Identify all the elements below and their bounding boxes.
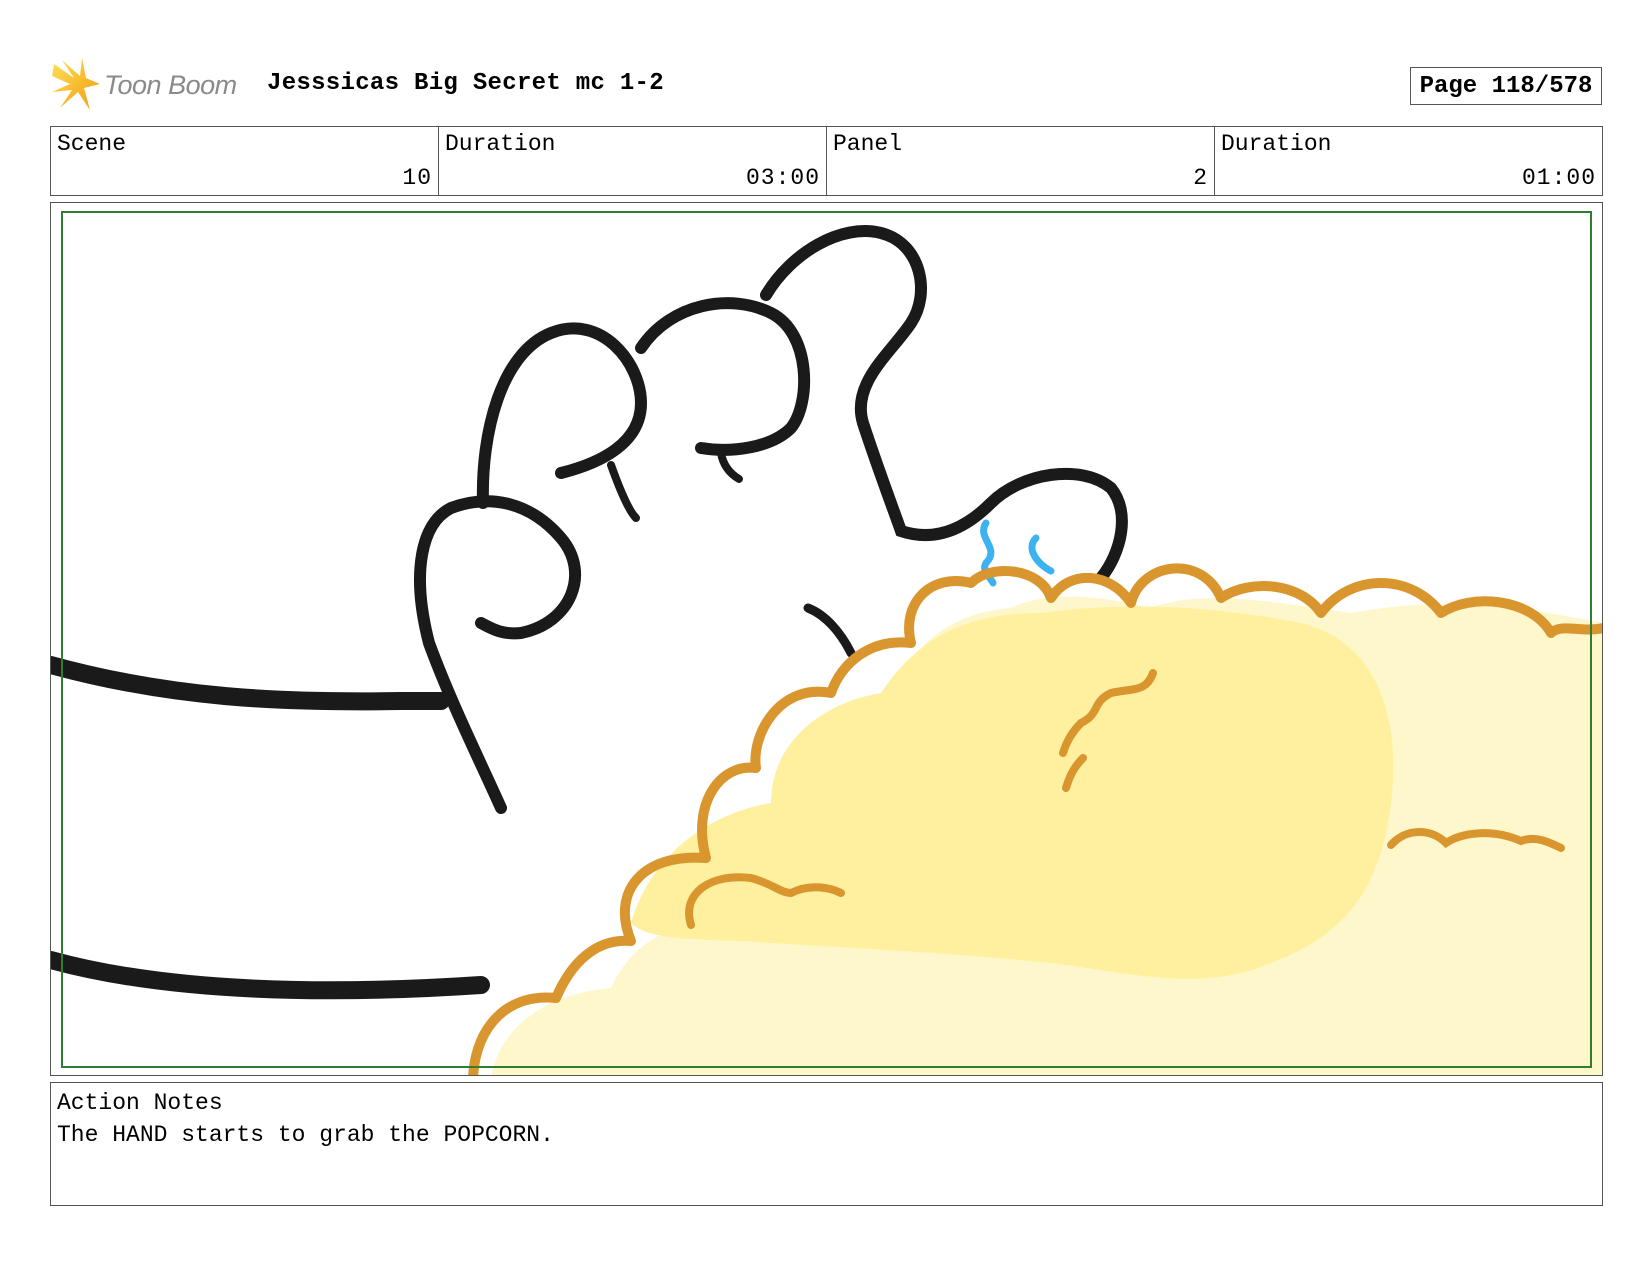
toon-boom-star-burst-icon <box>52 58 100 110</box>
logo-text: Toon Boom <box>104 69 237 100</box>
sweat-mark-2 <box>1028 534 1055 575</box>
panel-duration-label: Duration <box>1221 131 1332 157</box>
scene-duration-label: Duration <box>445 131 556 157</box>
storyboard-panel-image <box>50 202 1603 1076</box>
finger-2 <box>635 297 811 456</box>
scene-cell: Scene 10 <box>51 127 439 195</box>
action-notes-label: Action Notes <box>57 1090 223 1116</box>
toon-boom-logo: Toon Boom <box>52 56 237 114</box>
thumb-tip <box>803 603 856 658</box>
document-title: Jesssicas Big Secret mc 1-2 <box>267 70 664 97</box>
hand-grabbing-popcorn-drawing <box>51 225 1602 1075</box>
scene-duration-value: 03:00 <box>745 165 820 191</box>
knuckle-crease-2 <box>717 449 743 483</box>
scene-duration-cell: Duration 03:00 <box>439 127 827 195</box>
knuckle-crease-1 <box>607 461 640 522</box>
scene-label: Scene <box>57 131 127 157</box>
panel-label: Panel <box>833 131 903 157</box>
finger-3 <box>760 225 1128 584</box>
page-number: Page 118/578 <box>1410 67 1602 105</box>
panel-info-row: Scene 10 Duration 03:00 Panel 2 Duration… <box>50 126 1603 196</box>
hand-outline <box>414 495 582 814</box>
arm-upper-line <box>51 656 450 711</box>
action-notes-text: The HAND starts to grab the POPCORN. <box>57 1122 554 1148</box>
panel-duration-cell: Duration 01:00 <box>1215 127 1602 195</box>
popcorn-main-fill <box>631 606 1394 979</box>
panel-value: 2 <box>1193 165 1208 191</box>
panel-cell: Panel 2 <box>827 127 1215 195</box>
action-notes-box: Action Notes The HAND starts to grab the… <box>50 1082 1603 1206</box>
arm-lower-line <box>51 951 490 1000</box>
scene-value: 10 <box>402 165 432 191</box>
panel-duration-value: 01:00 <box>1521 165 1596 191</box>
